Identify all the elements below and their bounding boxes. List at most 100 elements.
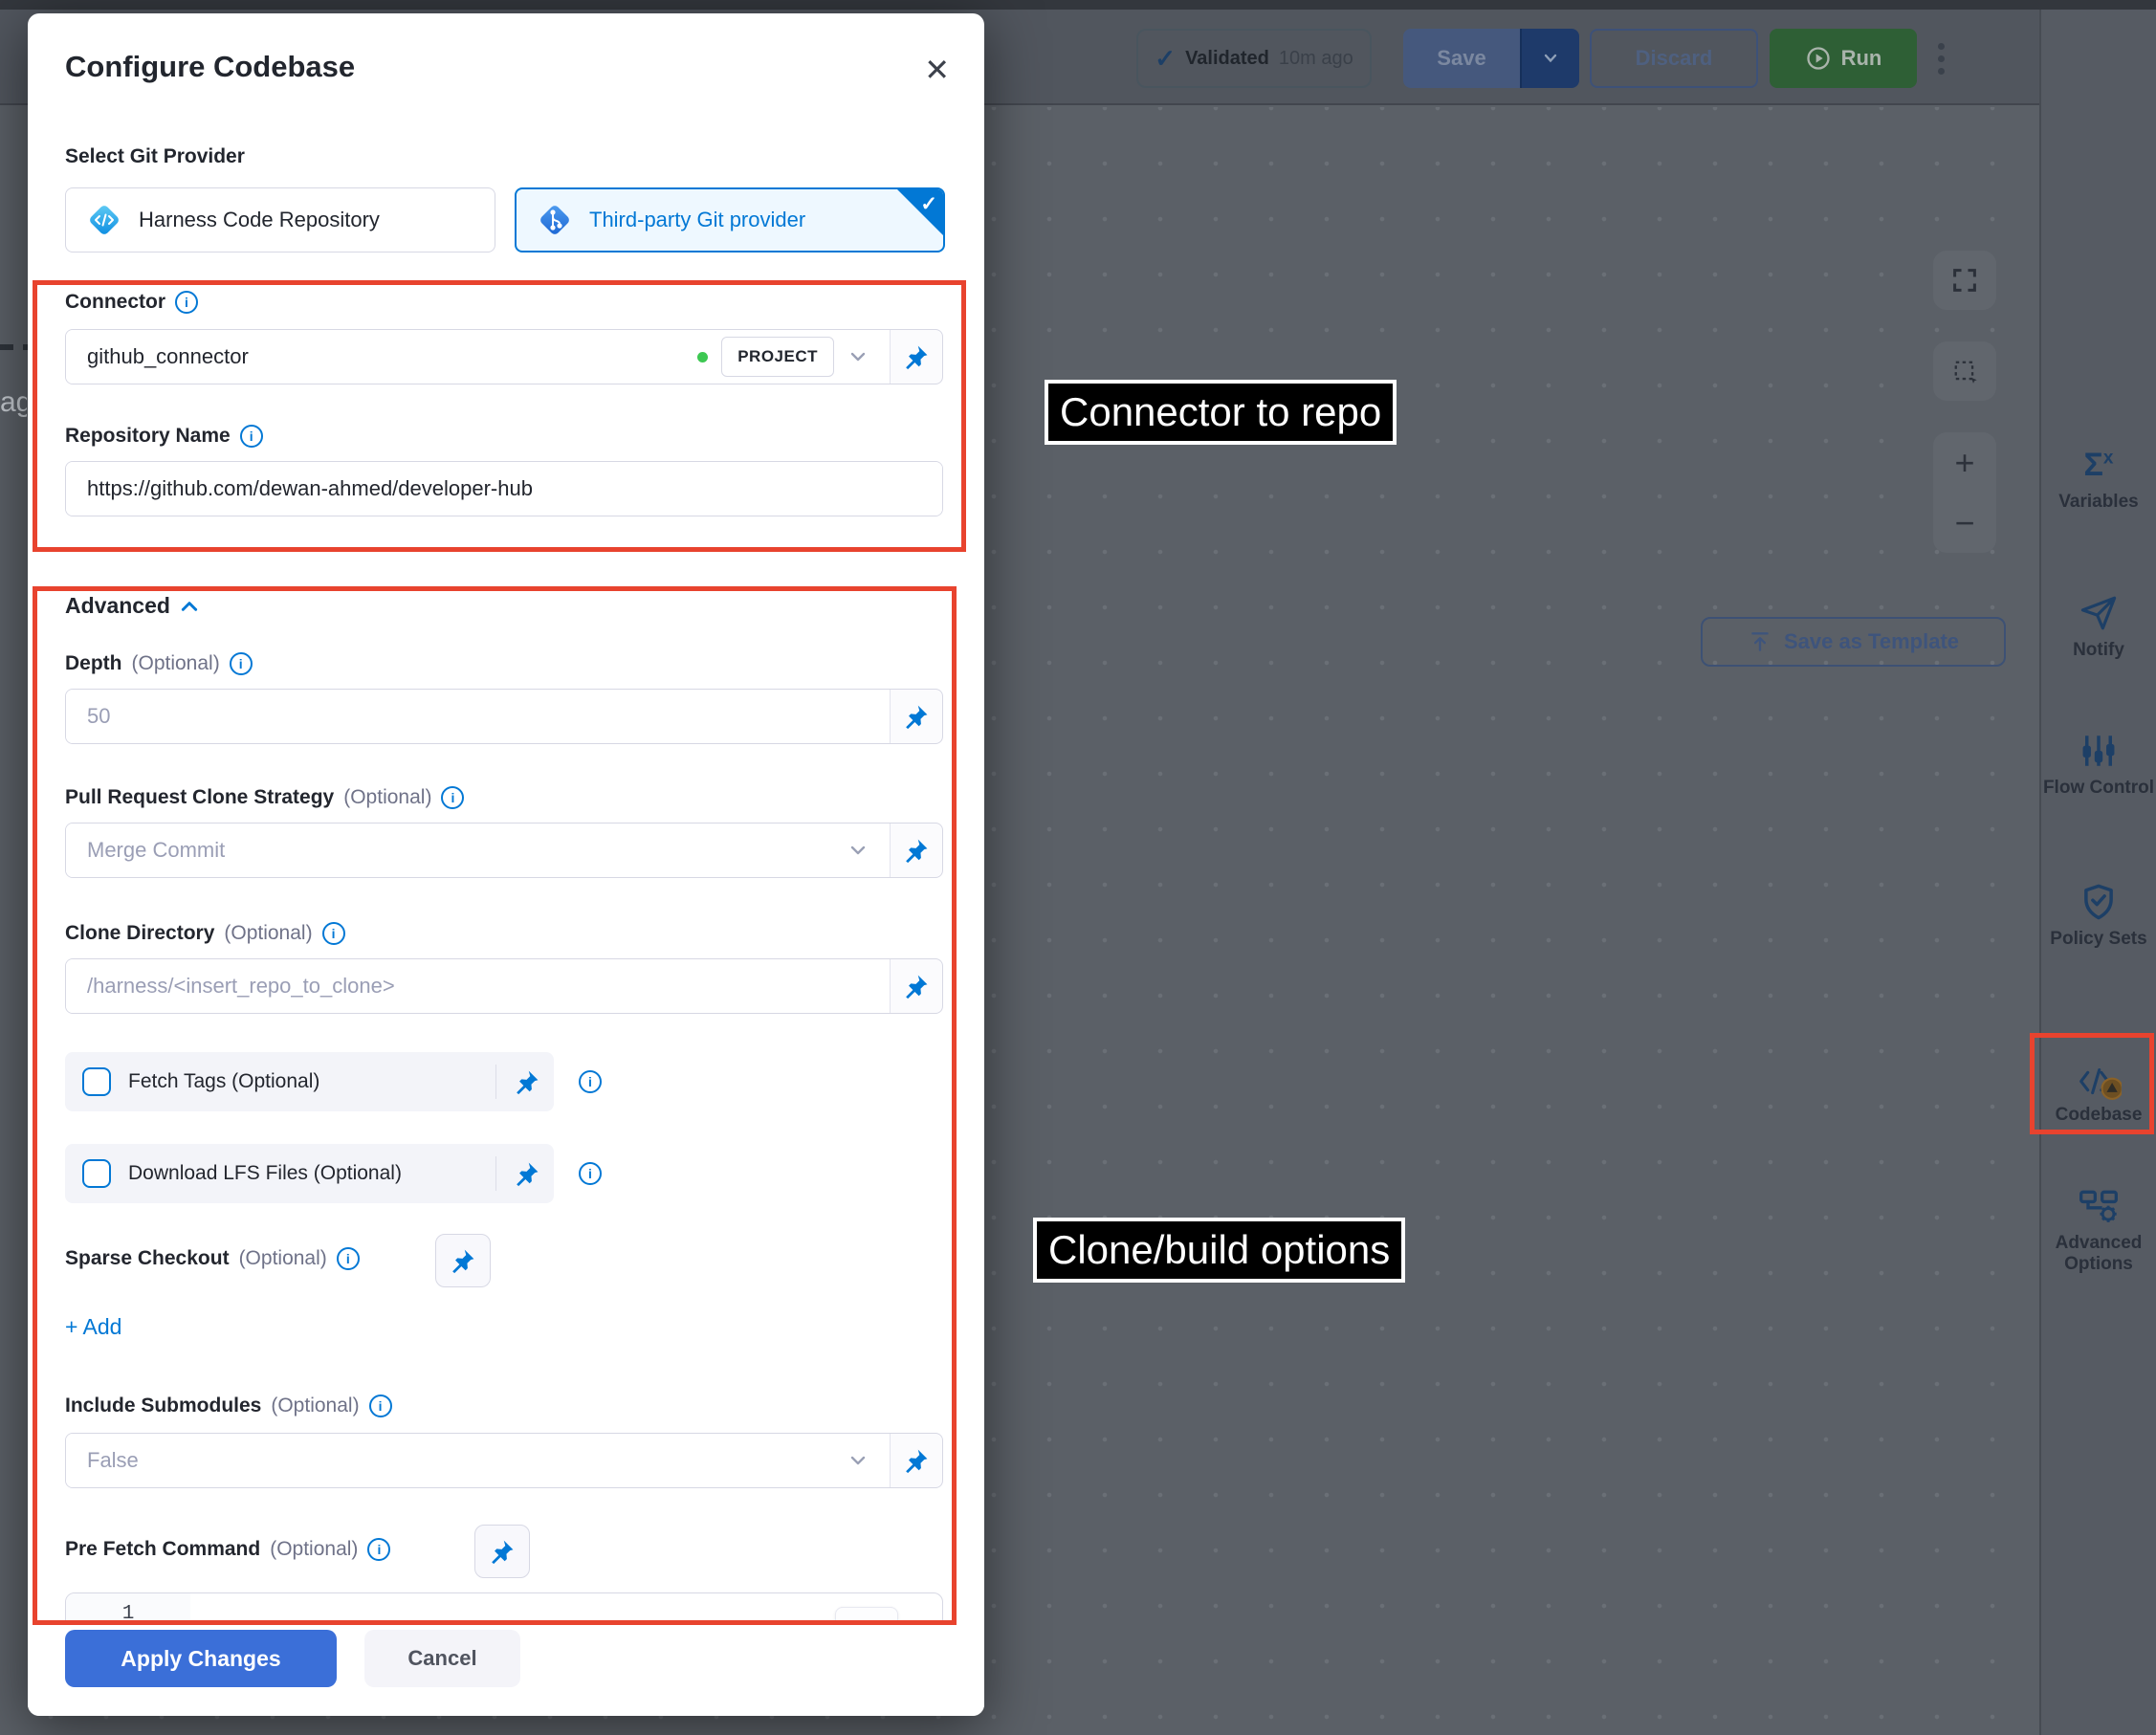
pipeline-right-sidebar: Σx Variables Notify Flow Control [2039,10,2156,1735]
run-button[interactable]: Run [1770,29,1917,88]
provider-label: Harness Code Repository [139,208,380,232]
sliders-icon [2041,728,2156,774]
validated-status-badge: ✓ Validated 10m ago [1136,29,1372,88]
info-icon[interactable]: i [579,1162,602,1185]
pin-runtime-input-button[interactable] [891,959,942,1013]
pin-runtime-input-button[interactable] [435,1234,491,1287]
pin-runtime-input-button[interactable] [474,1525,530,1578]
pin-runtime-input-button[interactable] [891,1434,942,1487]
dialog-title: Configure Codebase [65,50,355,84]
more-options-button[interactable] [1932,36,1949,80]
select-git-provider-label: Select Git Provider [65,145,245,168]
fetch-tags-checkbox[interactable] [82,1067,111,1096]
chevron-up-icon [180,597,199,616]
fullscreen-button[interactable] [1933,251,1996,310]
info-icon[interactable]: i [175,291,198,314]
provider-third-party-git[interactable]: Third-party Git provider ✓ [515,187,945,253]
cancel-button[interactable]: Cancel [364,1630,520,1687]
pre-fetch-command-label: Pre Fetch Command [65,1538,260,1561]
configure-codebase-dialog: Configure Codebase ✕ Select Git Provider… [28,13,984,1716]
pin-runtime-input-button[interactable] [891,824,942,877]
zoom-in-button[interactable]: + [1954,443,1974,483]
fullscreen-icon [1950,266,1979,295]
pin-icon [903,973,930,999]
marquee-select-button[interactable] [1933,341,1996,401]
info-icon[interactable]: i [367,1538,390,1561]
dialog-footer: Apply Changes Cancel [28,1622,984,1716]
download-lfs-checkbox[interactable] [82,1159,111,1188]
connector-label: Connector [65,291,165,314]
depth-input[interactable]: 50 [65,689,943,744]
background-stage-text-fragment: ag [0,386,27,419]
save-button[interactable]: Save [1403,29,1520,88]
info-icon[interactable]: i [579,1070,602,1093]
include-submodules-label: Include Submodules [65,1395,261,1417]
chevron-down-icon[interactable] [847,1450,869,1471]
validated-time: 10m ago [1279,48,1353,70]
sidebar-item-flow-control[interactable]: Flow Control [2041,728,2156,799]
flowchart-gear-icon [2041,1183,2156,1229]
zoom-out-button[interactable]: − [1954,503,1974,543]
sidebar-item-codebase[interactable]: Codebase [2041,1055,2156,1126]
pin-icon[interactable] [514,1068,540,1095]
add-sparse-checkout-link[interactable]: + Add [65,1314,121,1340]
connector-field[interactable]: github_connector PROJECT [65,329,943,384]
pin-icon [903,837,930,864]
pin-runtime-input-button[interactable] [891,690,942,743]
repository-name-value: https://github.com/dewan-ahmed/developer… [87,476,533,501]
code-diamond-icon [83,199,125,241]
check-icon: ✓ [920,192,937,216]
clone-directory-input[interactable]: /harness/<insert_repo_to_clone> [65,958,943,1014]
pr-clone-strategy-select[interactable]: Merge Commit [65,823,943,878]
paper-plane-icon [2041,590,2156,636]
info-icon[interactable]: i [230,652,253,675]
info-icon[interactable]: i [369,1395,392,1417]
depth-label: Depth [65,652,122,675]
pin-runtime-input-button[interactable] [891,330,942,384]
annotation-clone-build-options: Clone/build options [1033,1218,1405,1283]
repository-name-label: Repository Name [65,425,231,448]
provider-label: Third-party Git provider [589,208,805,232]
pr-clone-strategy-label: Pull Request Clone Strategy [65,786,334,809]
repository-name-input[interactable]: https://github.com/dewan-ahmed/developer… [65,461,943,516]
fetch-tags-row[interactable]: Fetch Tags (Optional) [65,1052,554,1111]
pin-icon [903,703,930,730]
save-split-button[interactable]: Save [1403,29,1579,88]
chevron-down-icon[interactable] [847,346,869,367]
sidebar-item-advanced-options[interactable]: Advanced Options [2041,1183,2156,1275]
connector-value: github_connector [87,344,249,369]
variables-sigma-icon: Σx [2041,442,2156,488]
sidebar-item-policy-sets[interactable]: Policy Sets [2041,879,2156,950]
download-lfs-row[interactable]: Download LFS Files (Optional) [65,1144,554,1203]
close-icon[interactable]: ✕ [924,52,950,88]
save-dropdown-button[interactable] [1520,29,1579,88]
info-icon[interactable]: i [322,922,345,945]
include-submodules-select[interactable]: False [65,1433,943,1488]
discard-button[interactable]: Discard [1590,29,1758,88]
app-screen: ag ✓ Validated 10m ago Save Discard Run … [0,0,2156,1735]
git-diamond-icon [534,199,576,241]
advanced-section-toggle[interactable]: Advanced [65,593,199,619]
validated-label: Validated [1185,48,1269,70]
apply-changes-button[interactable]: Apply Changes [65,1630,337,1687]
info-icon[interactable]: i [441,786,464,809]
chevron-down-icon[interactable] [847,840,869,861]
connectivity-status-dot [697,352,708,362]
info-icon[interactable]: i [240,425,263,448]
info-icon[interactable]: i [337,1247,360,1270]
clone-directory-label: Clone Directory [65,922,214,945]
sparse-checkout-label: Sparse Checkout [65,1247,230,1270]
save-as-template-button[interactable]: Save as Template [1701,617,2006,667]
pin-icon [903,343,930,370]
pin-icon [450,1247,476,1274]
check-icon: ✓ [1155,44,1176,74]
sidebar-item-notify[interactable]: Notify [2041,590,2156,661]
clone-directory-placeholder: /harness/<insert_repo_to_clone> [87,974,395,999]
zoom-controls: + − [1933,432,1996,553]
pin-icon[interactable] [514,1160,540,1187]
chevron-down-icon [1540,48,1561,69]
pin-icon [489,1538,516,1565]
sidebar-item-variables[interactable]: Σx Variables [2041,442,2156,513]
provider-harness-code-repository[interactable]: Harness Code Repository [65,187,495,253]
run-label: Run [1841,46,1882,71]
